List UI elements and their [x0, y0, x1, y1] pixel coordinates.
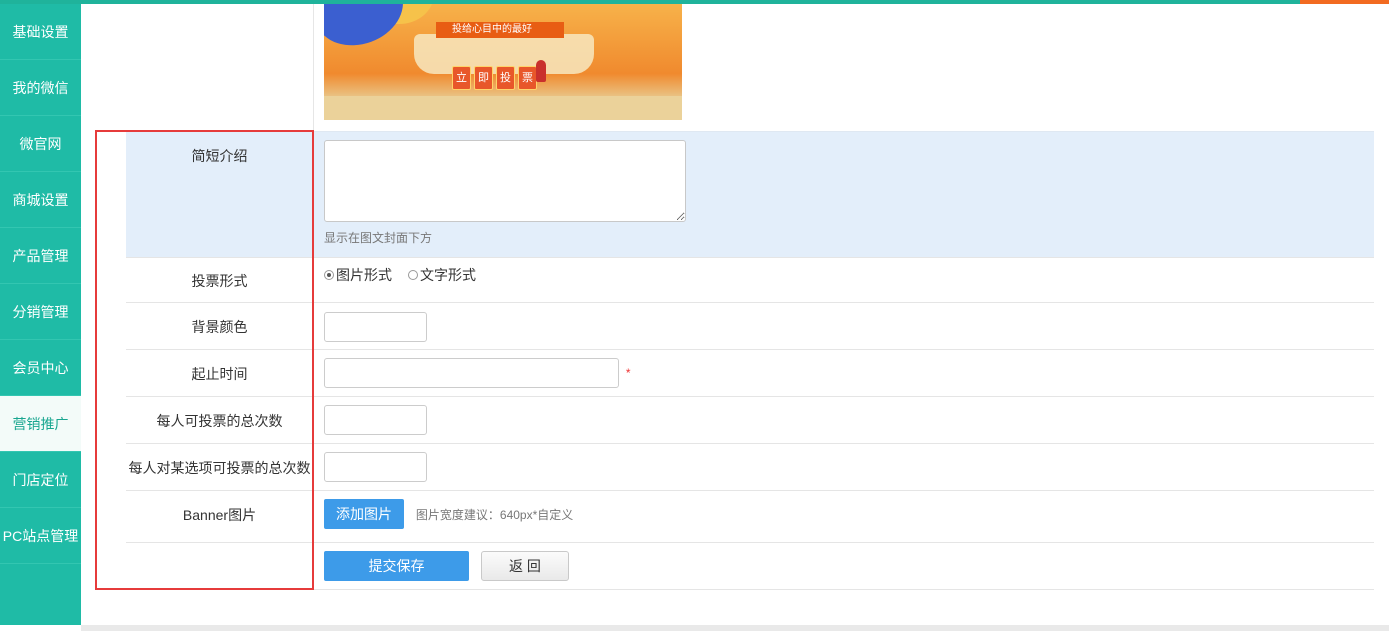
sidebar-item-marketing[interactable]: 营销推广 [0, 396, 81, 452]
bg-color-input[interactable] [324, 312, 427, 342]
intro-label: 简短介绍 [191, 148, 248, 164]
intro-hint: 显示在图文封面下方 [324, 231, 433, 245]
submit-save-button[interactable]: 提交保存 [324, 551, 469, 581]
sidebar-item-distribution[interactable]: 分销管理 [0, 284, 81, 340]
banner-vote-char: 票 [518, 66, 537, 90]
form-row-banner: Banner图片 添加图片 图片宽度建议：640px*自定义 [126, 491, 1374, 543]
sidebar-item-mall-settings[interactable]: 商城设置 [0, 172, 81, 228]
vote-type-image-radio[interactable] [324, 270, 334, 280]
total-votes-input[interactable] [324, 405, 427, 435]
banner-tag: 投给心目中的最好 [436, 22, 564, 38]
add-image-button[interactable]: 添加图片 [324, 499, 404, 529]
vote-type-text-label[interactable]: 文字形式 [420, 265, 476, 285]
form-row-total-votes: 每人可投票的总次数 [126, 397, 1374, 444]
form-row-bg-color: 背景颜色 [126, 303, 1374, 350]
banner-vote-char: 立 [452, 66, 471, 90]
bottom-scroll-strip [81, 625, 1389, 631]
option-votes-input[interactable] [324, 452, 427, 482]
banner-preview-image: 投给心目中的最好 立 即 投 票 [324, 4, 682, 120]
total-votes-label: 每人可投票的总次数 [156, 413, 283, 429]
sidebar-item-micro-site[interactable]: 微官网 [0, 116, 81, 172]
banner-decoration [324, 96, 682, 120]
required-mark: * [625, 366, 631, 380]
vote-type-image-label[interactable]: 图片形式 [336, 265, 392, 285]
time-range-label: 起止时间 [191, 366, 248, 382]
sidebar-item-store-location[interactable]: 门店定位 [0, 452, 81, 508]
top-accent-bar [0, 0, 1389, 4]
sidebar-item-pc-site[interactable]: PC站点管理 [0, 508, 81, 564]
top-orange-accent [1300, 0, 1389, 4]
sidebar-item-my-wechat[interactable]: 我的微信 [0, 60, 81, 116]
time-range-input[interactable] [324, 358, 619, 388]
banner-decoration [324, 4, 414, 58]
form-row-actions: 提交保存 返 回 [126, 543, 1374, 590]
banner-label: Banner图片 [182, 507, 257, 523]
sidebar-item-member-center[interactable]: 会员中心 [0, 340, 81, 396]
column-divider [313, 4, 314, 131]
sidebar-item-basic-settings[interactable]: 基础设置 [0, 4, 81, 60]
banner-vote-char: 即 [474, 66, 493, 90]
banner-decoration [536, 60, 546, 82]
sidebar-item-product-management[interactable]: 产品管理 [0, 228, 81, 284]
form-row-time-range: 起止时间 * [126, 350, 1374, 397]
vote-settings-form: 简短介绍 显示在图文封面下方 投票形式 图片形式 文字形式 背景颜色 起止时间 … [126, 131, 1374, 590]
intro-textarea[interactable] [324, 140, 686, 222]
back-button[interactable]: 返 回 [480, 551, 569, 581]
option-votes-label: 每人对某选项可投票的总次数 [128, 460, 311, 476]
form-row-intro: 简短介绍 显示在图文封面下方 [126, 131, 1374, 258]
banner-vote-char: 投 [496, 66, 515, 90]
banner-size-hint: 图片宽度建议：640px*自定义 [415, 507, 574, 522]
sidebar: 基础设置 我的微信 微官网 商城设置 产品管理 分销管理 会员中心 营销推广 门… [0, 4, 81, 625]
vote-type-text-radio[interactable] [408, 270, 418, 280]
vote-type-label: 投票形式 [191, 273, 248, 289]
bg-color-label: 背景颜色 [191, 319, 248, 335]
form-row-option-votes: 每人对某选项可投票的总次数 [126, 444, 1374, 491]
form-row-vote-type: 投票形式 图片形式 文字形式 [126, 258, 1374, 303]
banner-vote-button: 立 即 投 票 [452, 66, 537, 90]
